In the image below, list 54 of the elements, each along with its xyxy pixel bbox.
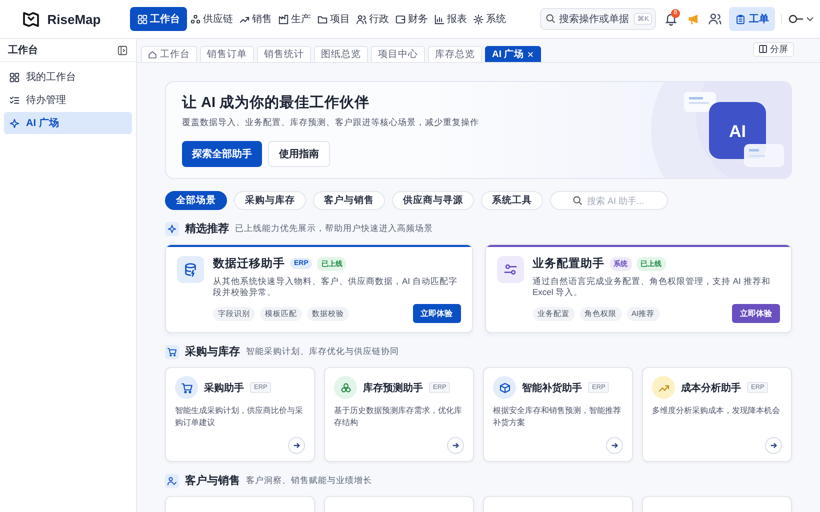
tab[interactable]: 库存总览	[428, 46, 482, 62]
card-description: 多维度分析采购成本，发现降本机会	[652, 405, 781, 418]
nav-item[interactable]: 生产	[275, 7, 314, 31]
card-title: 采购助手	[204, 382, 244, 395]
card-title: 库存预测助手	[363, 381, 423, 395]
section-title: 精选推荐	[185, 222, 229, 236]
card-description: 智能生成采购计划，供应商比价与采购订单建议	[175, 405, 304, 429]
nav-item[interactable]: 项目	[314, 7, 353, 31]
assistant-search-field[interactable]: 搜索 AI 助手...	[550, 191, 668, 210]
card-description: 从其他系统快速导入物料、客户、供应商数据，AI 自动匹配字段并校验异常。	[213, 276, 458, 298]
section-description: 智能采购计划、库存优化与供应链协同	[246, 346, 399, 358]
tab[interactable]: 销售订单	[200, 46, 254, 62]
section-description: 客户洞察、销售赋能与业绩增长	[246, 474, 372, 487]
hero-title: 让 AI 成为你的最佳工作伙伴	[182, 94, 371, 112]
filter-chip[interactable]: 系统工具	[481, 191, 543, 210]
nav-item[interactable]: 销售	[236, 7, 275, 31]
filter-chip[interactable]: 供应商与寻源	[392, 191, 474, 210]
tab[interactable]: 工作台	[141, 46, 197, 62]
logo-text: RiseMap	[47, 12, 101, 26]
nav-item[interactable]: 工作台	[130, 7, 187, 31]
filter-chip[interactable]: 客户与销售	[313, 191, 385, 210]
try-button[interactable]: 立即体验	[412, 304, 460, 324]
nav-item[interactable]: 报表	[431, 7, 470, 31]
tab[interactable]: 项目中心	[371, 46, 425, 62]
sidebar-item[interactable]: 待办管理	[4, 89, 132, 111]
filter-chip[interactable]: 全部场景	[165, 191, 227, 210]
card-description: 基于历史数据预测库存需求，优化库存结构	[334, 405, 463, 429]
work-order-button[interactable]: 工单	[729, 7, 775, 31]
card-title: 智能补货助手	[522, 381, 582, 395]
ai-illustration: AI	[684, 92, 784, 167]
section-title: 客户与销售	[185, 474, 240, 488]
section-description: 已上线能力优先展示，帮助用户快速进入高频场景	[235, 222, 433, 234]
tab[interactable]: AI 广场	[485, 46, 542, 62]
try-button[interactable]: 立即体验	[732, 304, 780, 324]
nav-item[interactable]: 供应链	[187, 7, 236, 31]
card-description: 通过自然语言完成业务配置、角色权限管理，支持 AI 推荐和 Excel 导入。	[532, 276, 772, 298]
sidebar-item[interactable]: AI 广场	[4, 112, 132, 134]
card-description: 根据安全库存和销售预测，智能推荐补货方案	[493, 405, 622, 429]
card-title: 业务配置助手	[532, 256, 604, 271]
section-title: 采购与库存	[185, 344, 240, 360]
tab[interactable]: 图纸总览	[314, 46, 368, 62]
sidebar-item[interactable]: 我的工作台	[4, 66, 132, 88]
nav-item[interactable]: 行政	[353, 7, 392, 31]
nav-item[interactable]: 系统	[470, 7, 509, 31]
card-title: 数据迁移助手	[213, 256, 285, 271]
split-screen-button[interactable]: 分屏	[753, 42, 794, 56]
hero-subtitle: 覆盖数据导入、业务配置、库存预测、客户跟进等核心场景，减少重复操作	[182, 117, 480, 129]
filter-chip[interactable]: 采购与库存	[234, 191, 306, 210]
tab[interactable]: 销售统计	[257, 46, 311, 62]
guide-button[interactable]: 使用指南	[268, 141, 330, 167]
explore-button[interactable]: 探索全部助手	[182, 141, 262, 167]
nav-item[interactable]: 财务	[392, 7, 431, 31]
sidebar-title: 工作台	[8, 44, 38, 57]
card-title: 成本分析助手	[681, 382, 741, 395]
